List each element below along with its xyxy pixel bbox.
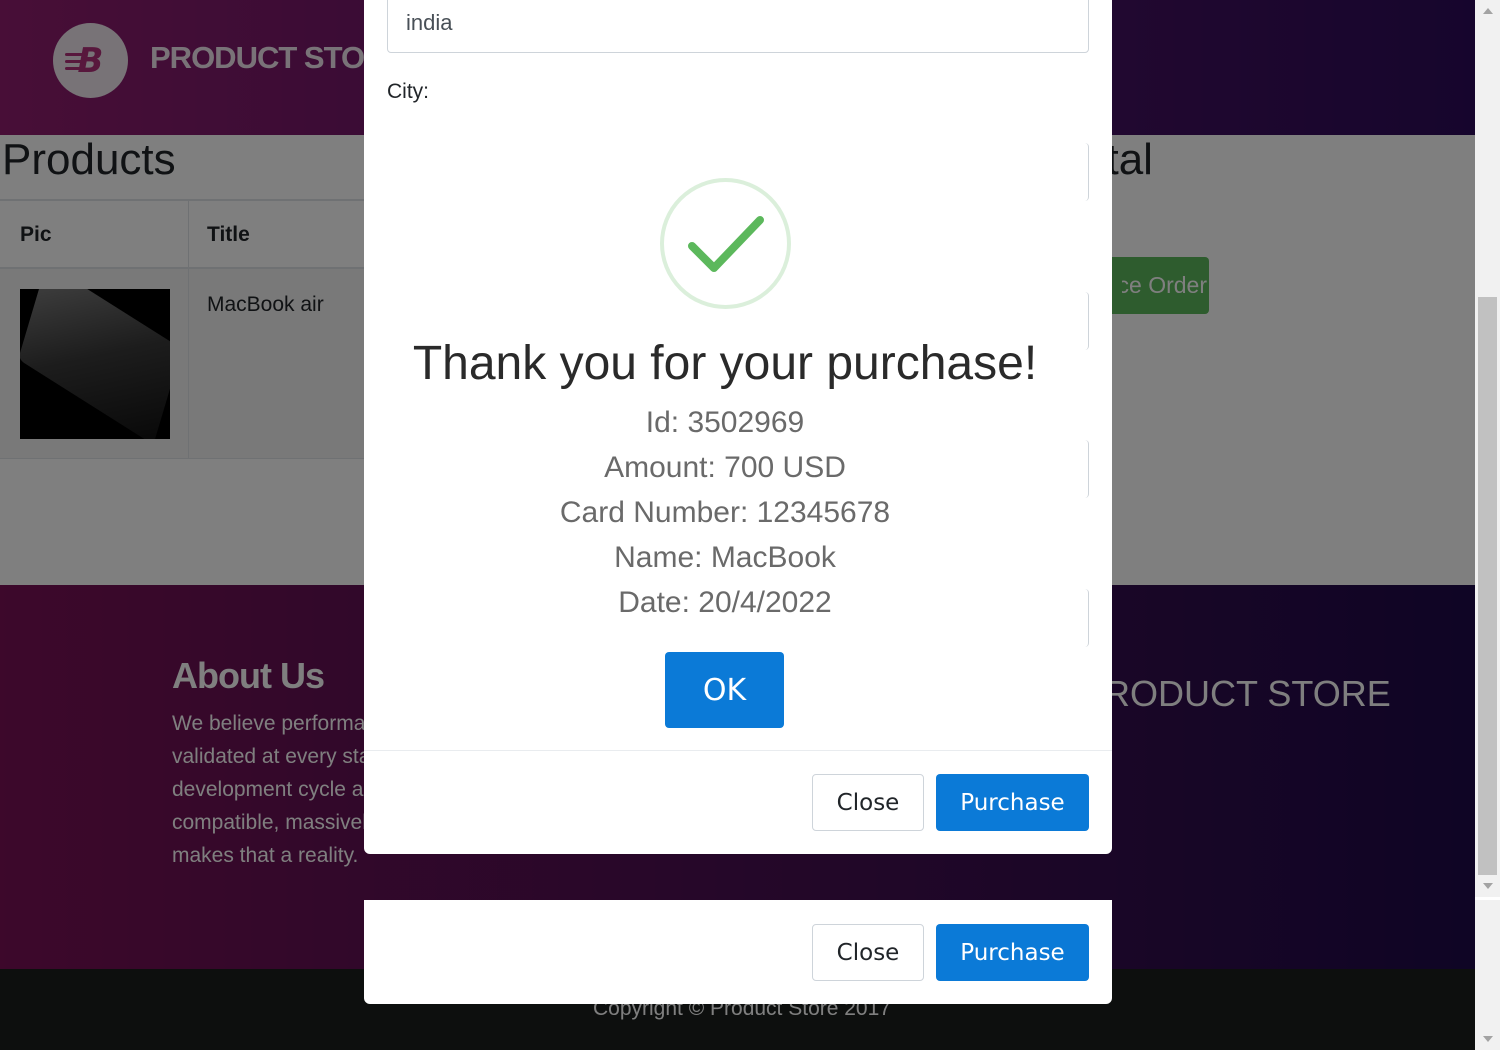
close-button[interactable]: Close xyxy=(812,774,924,831)
scroll-up-arrow-icon[interactable] xyxy=(1483,8,1493,14)
country-input[interactable]: india xyxy=(387,0,1089,53)
close-button[interactable]: Close xyxy=(812,924,924,981)
ok-button[interactable]: OK xyxy=(665,652,784,728)
order-id-text: Id: 3502969 xyxy=(645,406,805,439)
checkmark-icon xyxy=(688,216,764,272)
purchase-button[interactable]: Purchase xyxy=(936,774,1089,831)
scroll-down-arrow-icon[interactable] xyxy=(1483,1036,1493,1042)
city-label: City: xyxy=(387,80,429,103)
alert-title: Thank you for your purchase! xyxy=(412,337,1038,390)
purchase-button[interactable]: Purchase xyxy=(936,924,1089,981)
vertical-scrollbar[interactable] xyxy=(1475,0,1500,1050)
name-text: Name: MacBook xyxy=(614,541,836,574)
scroll-thumb[interactable] xyxy=(1478,297,1497,875)
date-text: Date: 20/4/2022 xyxy=(618,586,832,619)
amount-text: Amount: 700 USD xyxy=(604,451,846,484)
order-modal-footer: Close Purchase xyxy=(364,900,1112,1004)
city-input[interactable] xyxy=(1085,143,1089,201)
card-number-text: Card Number: 12345678 xyxy=(559,496,891,529)
scroll-down-arrow-icon[interactable] xyxy=(1483,883,1493,889)
